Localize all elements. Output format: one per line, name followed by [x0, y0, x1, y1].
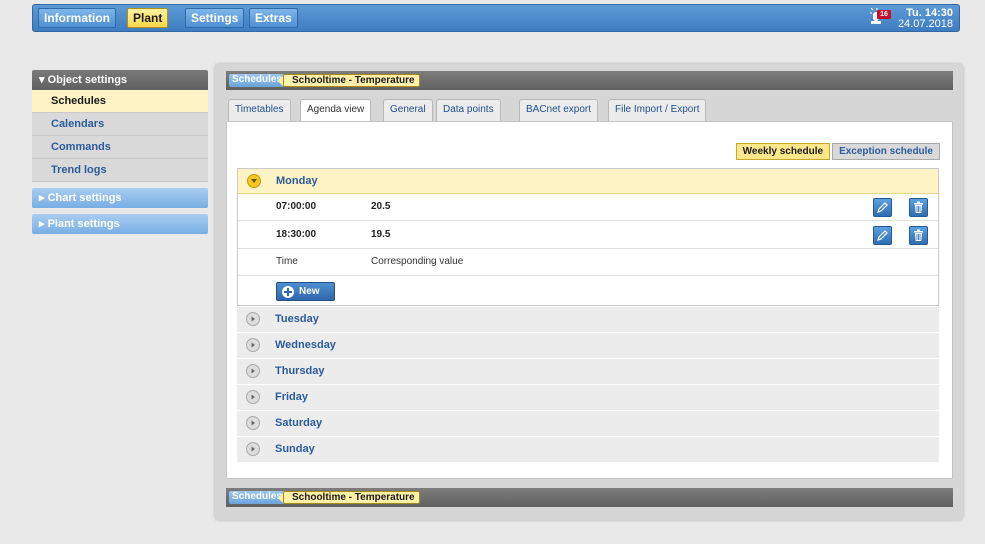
sidebar-header-object-settings[interactable]: ▾ Object settings — [32, 70, 208, 90]
schedule-entry: 18:30:00 19.5 — [238, 222, 938, 249]
day-row-thursday[interactable]: Thursday — [237, 359, 939, 385]
day-name: Thursday — [275, 365, 325, 377]
day-name: Monday — [276, 175, 318, 187]
day-panel-monday: Monday 07:00:00 20.5 18:30:00 19.5 Time … — [237, 168, 939, 306]
breadcrumb-object: Schooltime - Temperature — [278, 74, 420, 87]
day-row-tuesday[interactable]: Tuesday — [237, 307, 939, 333]
sidebar-item-trend-logs[interactable]: Trend logs — [32, 159, 208, 182]
column-time: Time — [276, 256, 298, 267]
tab-data-points[interactable]: Data points — [436, 99, 501, 121]
delete-button[interactable] — [909, 226, 928, 245]
edit-button[interactable] — [873, 198, 892, 217]
day-name: Friday — [275, 391, 309, 403]
edit-button[interactable] — [873, 226, 892, 245]
sidebar: ▾ Object settings Schedules Calendars Co… — [32, 70, 208, 234]
tab-general[interactable]: General — [383, 99, 433, 121]
expand-icon[interactable] — [246, 338, 260, 352]
column-value: Corresponding value — [371, 256, 464, 267]
day-row-wednesday[interactable]: Wednesday — [237, 333, 939, 359]
pencil-icon — [877, 230, 888, 241]
day-row-friday[interactable]: Friday — [237, 385, 939, 411]
sidebar-section-chart-settings[interactable]: ▸ Chart settings — [32, 188, 208, 208]
main-panel: Schedules Schooltime - Temperature Timet… — [215, 64, 963, 520]
new-entry-label: New — [299, 286, 320, 297]
breadcrumb-object: Schooltime - Temperature — [278, 491, 420, 504]
menu-extras[interactable]: Extras — [249, 8, 298, 28]
plus-icon — [282, 286, 294, 298]
tab-timetables[interactable]: Timetables — [228, 99, 291, 121]
pencil-icon — [877, 202, 888, 213]
menu-settings[interactable]: Settings — [185, 8, 245, 28]
day-name: Sunday — [275, 443, 315, 455]
expand-icon[interactable] — [246, 312, 260, 326]
schedule-type-switch: Weekly schedule Exception schedule — [735, 143, 940, 160]
breadcrumb-section[interactable]: Schedules — [229, 74, 286, 87]
trash-icon — [914, 229, 923, 241]
entry-time: 07:00:00 — [276, 201, 317, 212]
clock: Tu. 14:30 24.07.2018 — [898, 8, 953, 30]
day-row-sunday[interactable]: Sunday — [237, 437, 939, 463]
day-name: Tuesday — [275, 313, 319, 325]
menu-information[interactable]: Information — [38, 8, 116, 28]
exception-schedule-button[interactable]: Exception schedule — [832, 143, 940, 160]
expand-icon[interactable] — [246, 364, 260, 378]
delete-button[interactable] — [909, 198, 928, 217]
day-name: Saturday — [275, 417, 323, 429]
day-row-saturday[interactable]: Saturday — [237, 411, 939, 437]
alarm-indicator[interactable]: 16 — [870, 7, 892, 28]
expand-icon[interactable] — [246, 390, 260, 404]
menu-plant[interactable]: Plant — [127, 8, 169, 28]
breadcrumb: Schedules Schooltime - Temperature — [226, 71, 953, 90]
agenda-content: Weekly schedule Exception schedule Monda… — [226, 121, 953, 479]
entry-value: 19.5 — [371, 229, 391, 240]
expand-icon[interactable] — [246, 416, 260, 430]
new-entry-button[interactable]: New — [276, 282, 335, 301]
sidebar-section-plant-settings[interactable]: ▸ Plant settings — [32, 214, 208, 234]
tab-file-import-export[interactable]: File Import / Export — [608, 99, 707, 121]
entry-value: 20.5 — [371, 201, 391, 212]
sidebar-item-calendars[interactable]: Calendars — [32, 113, 208, 136]
day-header-monday[interactable]: Monday — [238, 169, 938, 194]
sidebar-item-commands[interactable]: Commands — [32, 136, 208, 159]
tab-bacnet-export[interactable]: BACnet export — [519, 99, 599, 121]
day-name: Wednesday — [275, 339, 336, 351]
expand-icon[interactable] — [246, 442, 260, 456]
entry-column-header: Time Corresponding value — [238, 249, 938, 276]
breadcrumb-bottom: Schedules Schooltime - Temperature — [226, 488, 953, 507]
tab-agenda-view[interactable]: Agenda view — [300, 99, 372, 122]
top-menu-bar: Information Plant Settings Extras 16 Tu.… — [32, 4, 960, 32]
schedule-entry: 07:00:00 20.5 — [238, 194, 938, 221]
entry-time: 18:30:00 — [276, 229, 317, 240]
clock-date: 24.07.2018 — [897, 18, 953, 30]
weekly-schedule-button[interactable]: Weekly schedule — [735, 143, 831, 160]
breadcrumb-section[interactable]: Schedules — [229, 491, 286, 504]
trash-icon — [914, 201, 923, 213]
alarm-count-badge: 16 — [877, 10, 891, 19]
sidebar-item-schedules[interactable]: Schedules — [32, 90, 208, 113]
collapse-icon[interactable] — [247, 174, 261, 188]
